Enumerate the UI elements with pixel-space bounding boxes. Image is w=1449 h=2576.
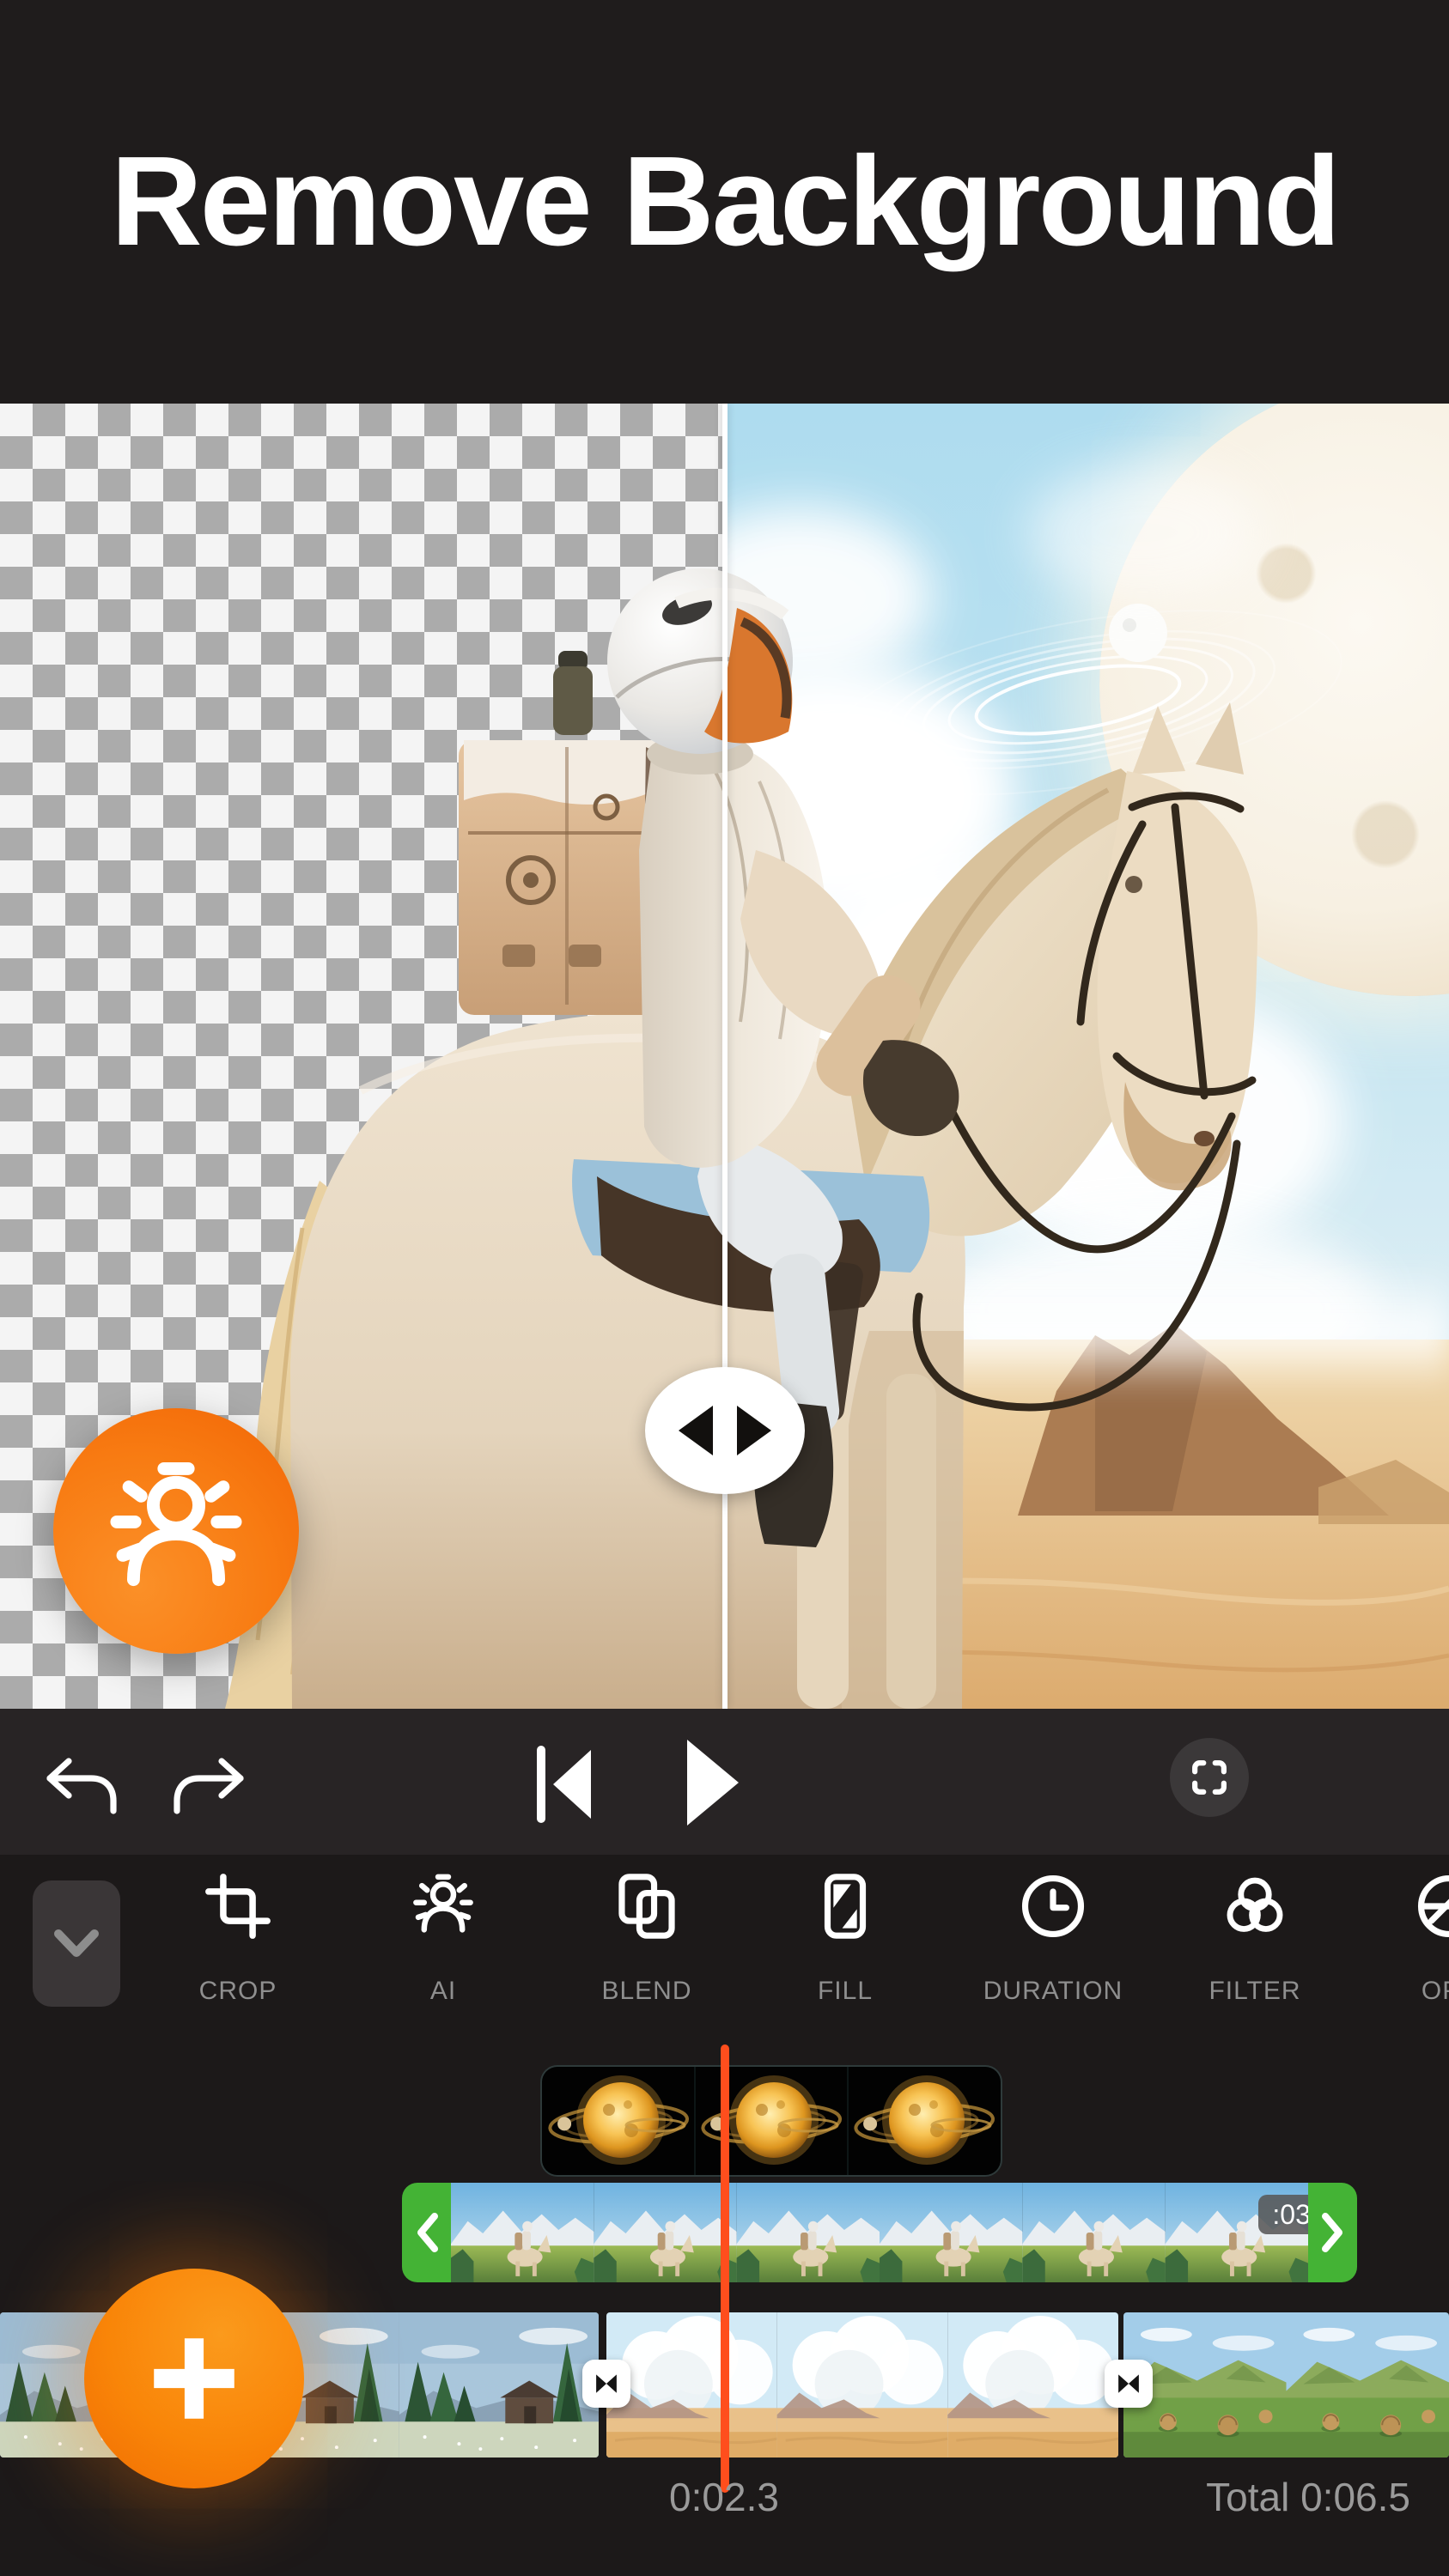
redo-icon — [168, 1756, 247, 1816]
menu-item-label: DURATION — [983, 1977, 1123, 2006]
playhead[interactable] — [721, 2044, 729, 2493]
transition-button-1[interactable] — [582, 2360, 630, 2408]
arrow-left-icon — [679, 1406, 713, 1455]
ai-icon — [408, 1868, 478, 1944]
remove-background-ai-button[interactable] — [53, 1408, 299, 1654]
tool-menu-bar: CROP AI BLEND — [0, 1855, 1449, 2053]
fullscreen-button[interactable] — [1170, 1738, 1249, 1817]
ai-person-icon — [103, 1458, 249, 1604]
play-icon — [679, 1735, 744, 1831]
undo-icon — [43, 1756, 122, 1816]
video-clip-hills[interactable] — [1123, 2312, 1449, 2458]
fill-icon — [810, 1868, 880, 1944]
video-editor-screen: Remove Background — [0, 0, 1449, 2576]
compare-divider-line — [722, 404, 728, 1709]
menu-item-label: FILTER — [1209, 1977, 1300, 2006]
selected-clip-frames[interactable]: :03.2 — [451, 2183, 1308, 2282]
transition-button-2[interactable] — [1105, 2360, 1153, 2408]
menu-item-crop[interactable]: CROP — [152, 1855, 324, 2053]
transition-icon — [1112, 2367, 1145, 2400]
skip-to-start-button[interactable] — [533, 1743, 598, 1826]
current-time: 0:02.3 — [630, 2474, 819, 2520]
menu-item-label: CROP — [199, 1977, 277, 2006]
menu-item-fill[interactable]: FILL — [759, 1855, 931, 2053]
duration-icon — [1018, 1868, 1088, 1944]
play-button[interactable] — [679, 1735, 744, 1831]
trim-handle-right[interactable] — [1308, 2183, 1357, 2282]
total-time: Total 0:06.5 — [1206, 2474, 1410, 2520]
title-bar: Remove Background — [0, 0, 1449, 404]
menu-item-duration[interactable]: DURATION — [967, 1855, 1139, 2053]
menu-item-label: FILL — [818, 1977, 873, 2006]
menu-item-label: AI — [430, 1977, 456, 2006]
menu-item-filter[interactable]: FILTER — [1169, 1855, 1341, 2053]
preview-canvas — [0, 404, 1449, 1709]
chevron-down-icon — [52, 1927, 101, 1961]
crop-icon — [203, 1868, 273, 1944]
redo-button[interactable] — [168, 1756, 247, 1816]
undo-button[interactable] — [43, 1756, 122, 1816]
blend-icon — [612, 1868, 682, 1944]
menu-item-ai[interactable]: AI — [357, 1855, 529, 2053]
clip-duration-badge: :03.2 — [1258, 2195, 1308, 2234]
menu-item-opacity[interactable]: OPA — [1363, 1855, 1449, 2053]
playback-toolbar — [0, 1709, 1449, 1855]
chevron-left-icon — [414, 2213, 440, 2252]
transition-icon — [590, 2367, 623, 2400]
page-title: Remove Background — [111, 129, 1338, 275]
compare-slider-handle[interactable] — [645, 1367, 805, 1494]
video-clip-desert[interactable] — [606, 2312, 1118, 2458]
selected-clip: :03.2 — [402, 2183, 1357, 2282]
menu-item-blend[interactable]: BLEND — [561, 1855, 733, 2053]
add-clip-button[interactable] — [84, 2269, 304, 2488]
skip-to-start-icon — [533, 1743, 598, 1826]
trim-handle-left[interactable] — [402, 2183, 451, 2282]
fullscreen-icon — [1186, 1754, 1233, 1801]
overlay-clip-frames — [542, 2067, 1001, 2175]
timeline-panel: :03.2 — [0, 2053, 1449, 2576]
menu-item-label: OPA — [1422, 1977, 1449, 2006]
opacity-icon — [1414, 1868, 1449, 1944]
menu-item-label: BLEND — [601, 1977, 691, 2006]
overlay-clip-planet[interactable] — [542, 2067, 1001, 2175]
collapse-menu-button[interactable] — [33, 1880, 120, 2007]
filter-icon — [1220, 1868, 1290, 1944]
arrow-right-icon — [737, 1406, 771, 1455]
plus-icon — [139, 2324, 249, 2433]
chevron-right-icon — [1320, 2213, 1346, 2252]
